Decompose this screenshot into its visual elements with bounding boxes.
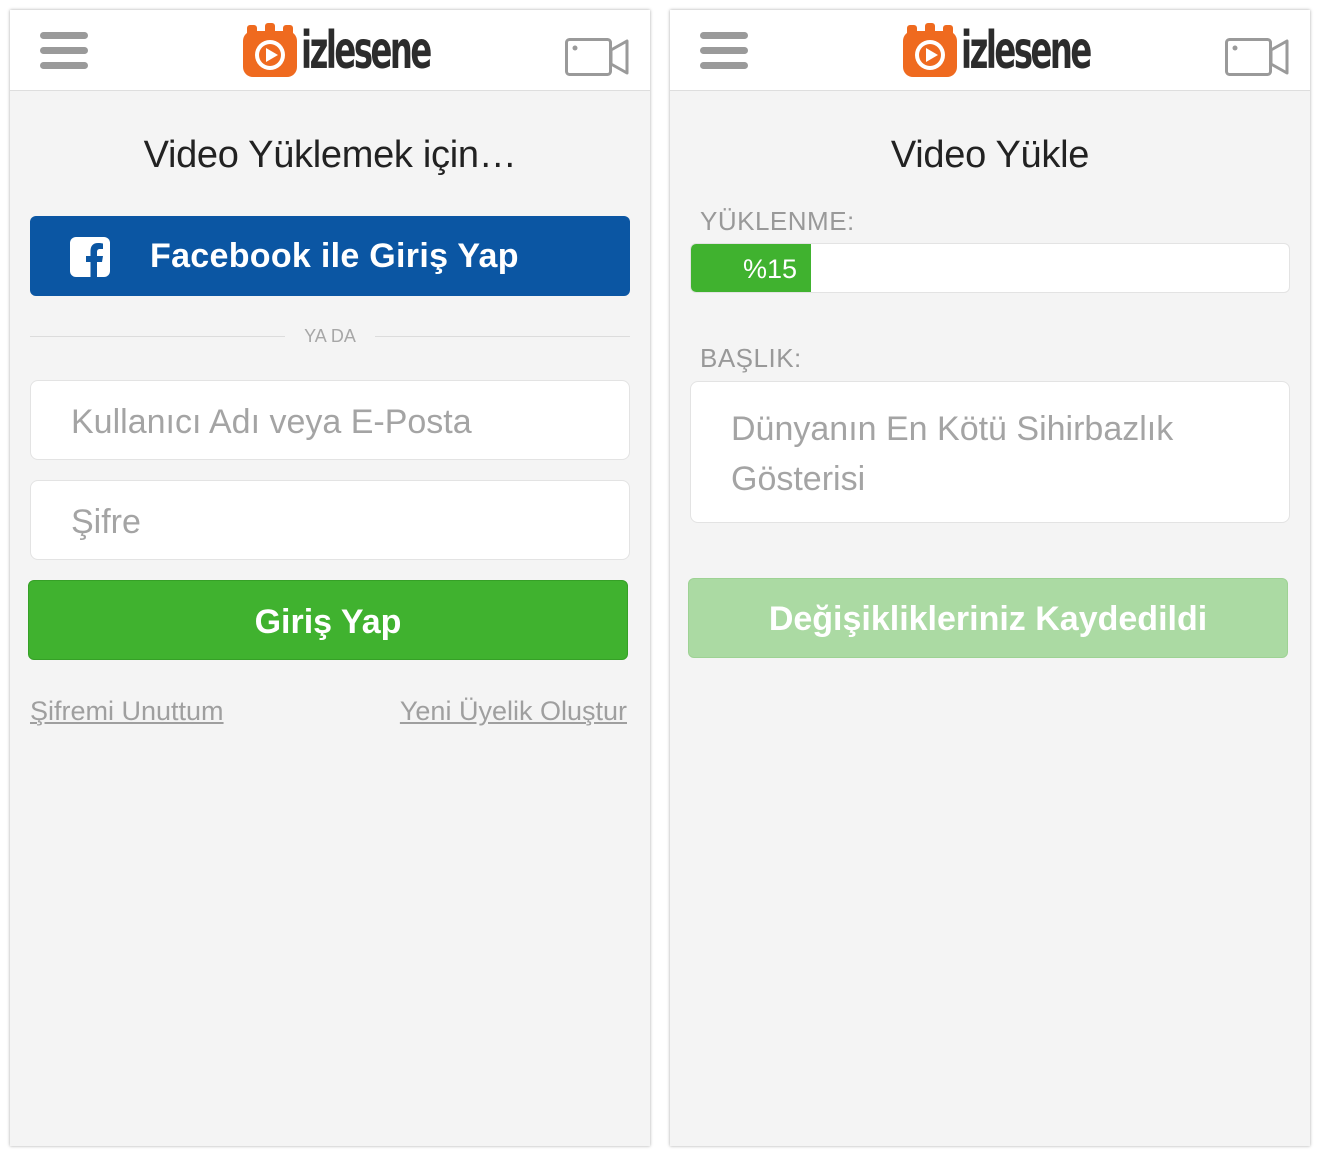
logo-play-icon: [903, 23, 957, 77]
video-title-label: BAŞLIK:: [700, 343, 802, 373]
login-button-label: Giriş Yap: [254, 603, 402, 641]
logo-play-icon: [243, 23, 297, 77]
top-bar: izlesene: [670, 10, 1310, 91]
register-link[interactable]: Yeni Üyelik Oluştur: [400, 696, 627, 727]
upload-screen: izlesene Video Yükle YÜKLENME: %15 BAŞLI…: [670, 10, 1310, 1146]
username-placeholder: Kullanıcı Adı veya E-Posta: [71, 403, 472, 441]
password-placeholder: Şifre: [71, 503, 141, 541]
changes-saved-button[interactable]: Değişiklikleriniz Kaydedildi: [688, 578, 1288, 658]
divider-text: YA DA: [304, 326, 356, 346]
hamburger-menu-icon[interactable]: [40, 32, 88, 70]
video-camera-icon[interactable]: [1225, 38, 1289, 76]
video-camera-icon[interactable]: [565, 38, 629, 76]
page-title: Video Yüklemek için…: [143, 134, 517, 176]
upload-progress-bar: %15: [690, 243, 1290, 293]
password-field[interactable]: Şifre: [30, 480, 630, 560]
login-screen: izlesene Video Yüklemek için… Facebook i…: [10, 10, 650, 1146]
hamburger-menu-icon[interactable]: [700, 32, 748, 70]
izlesene-logo[interactable]: izlesene: [903, 21, 1092, 81]
facebook-icon: [70, 237, 110, 277]
page-title: Video Yükle: [890, 134, 1090, 176]
logo-wordmark: izlesene: [301, 21, 432, 81]
video-title-field[interactable]: Dünyanın En Kötü Sihirbazlık Gösterisi: [690, 381, 1290, 523]
login-button[interactable]: Giriş Yap: [28, 580, 628, 660]
facebook-login-label: Facebook ile Giriş Yap: [150, 237, 519, 275]
video-title-value: Dünyanın En Kötü Sihirbazlık Gösterisi: [731, 410, 1174, 498]
changes-saved-label: Değişiklikleriniz Kaydedildi: [768, 600, 1208, 638]
logo-wordmark: izlesene: [961, 21, 1092, 81]
top-bar: izlesene: [10, 10, 650, 91]
izlesene-logo[interactable]: izlesene: [243, 21, 432, 81]
upload-progress-label: YÜKLENME:: [700, 206, 855, 236]
upload-progress-text: %15: [743, 254, 798, 284]
or-divider: YA DA: [30, 326, 630, 346]
username-field[interactable]: Kullanıcı Adı veya E-Posta: [30, 380, 630, 460]
forgot-password-link[interactable]: Şifremi Unuttum: [30, 696, 224, 727]
facebook-login-button[interactable]: Facebook ile Giriş Yap: [30, 216, 630, 296]
